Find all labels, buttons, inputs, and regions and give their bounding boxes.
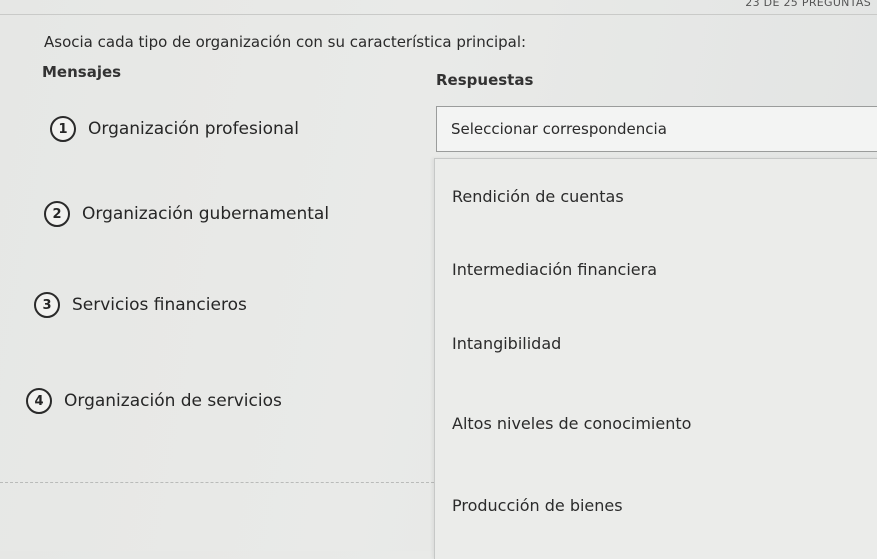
message-item-2: 2 Organización gubernamental bbox=[44, 201, 329, 227]
messages-column-header: Mensajes bbox=[42, 63, 122, 81]
number-badge: 3 bbox=[34, 292, 60, 318]
select-value: Seleccionar correspondencia bbox=[451, 120, 667, 138]
question-instruction: Asocia cada tipo de organización con su … bbox=[44, 33, 527, 51]
option-produccion-de-bienes[interactable]: Producción de bienes bbox=[452, 496, 623, 515]
option-intangibilidad[interactable]: Intangibilidad bbox=[452, 334, 561, 353]
message-label: Organización gubernamental bbox=[82, 204, 330, 224]
number-badge: 1 bbox=[50, 116, 76, 142]
message-item-3: 3 Servicios financieros bbox=[34, 292, 247, 318]
option-intermediacion-financiera[interactable]: Intermediación financiera bbox=[452, 260, 657, 279]
options-dropdown: Rendición de cuentas Intermediación fina… bbox=[434, 158, 877, 559]
message-label: Servicios financieros bbox=[72, 295, 247, 315]
message-item-1: 1 Organización profesional bbox=[50, 116, 299, 142]
option-altos-niveles-de-conocimiento[interactable]: Altos niveles de conocimiento bbox=[452, 414, 691, 433]
correspondence-select[interactable]: Seleccionar correspondencia bbox=[436, 106, 877, 152]
answers-column-header: Respuestas bbox=[436, 71, 534, 89]
message-label: Organización de servicios bbox=[64, 391, 282, 411]
number-badge: 4 bbox=[26, 388, 52, 414]
number-badge: 2 bbox=[44, 201, 70, 227]
option-rendicion-de-cuentas[interactable]: Rendición de cuentas bbox=[452, 187, 624, 206]
message-item-4: 4 Organización de servicios bbox=[26, 388, 282, 414]
message-label: Organización profesional bbox=[88, 119, 299, 139]
divider bbox=[0, 482, 434, 483]
question-counter: 23 DE 25 PREGUNTAS bbox=[745, 0, 871, 9]
